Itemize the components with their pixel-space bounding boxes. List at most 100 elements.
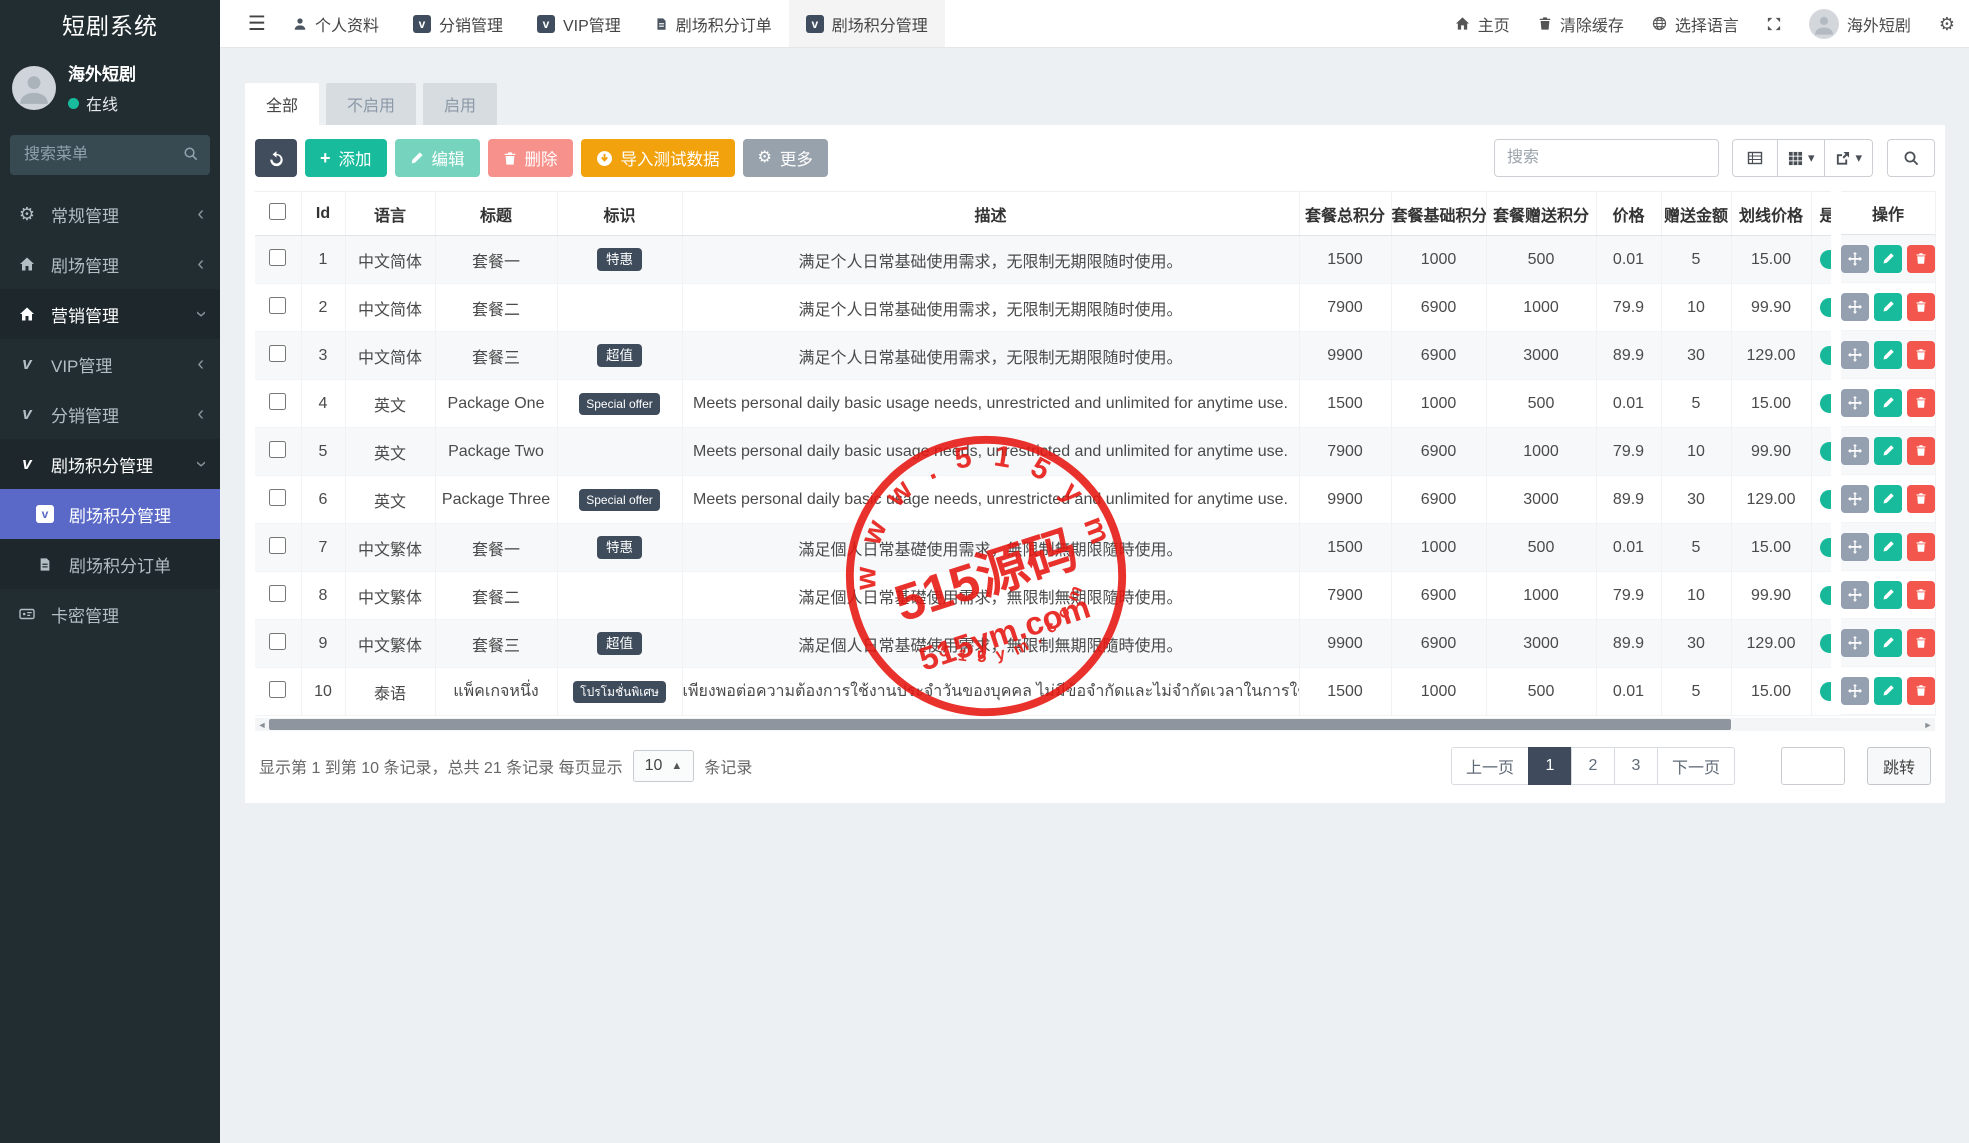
add-button[interactable]: +添加 bbox=[305, 139, 387, 177]
edit-row-button[interactable] bbox=[1874, 485, 1902, 513]
delete-row-button[interactable] bbox=[1907, 293, 1935, 321]
row-checkbox[interactable] bbox=[269, 681, 286, 698]
row-checkbox[interactable] bbox=[269, 537, 286, 554]
tab-vip[interactable]: vVIP管理 bbox=[520, 0, 638, 47]
page-button-2[interactable]: 2 bbox=[1571, 747, 1615, 785]
select-all-checkbox[interactable] bbox=[269, 203, 286, 220]
move-row-button[interactable] bbox=[1841, 581, 1869, 609]
sidebar-item-distribution[interactable]: v分销管理‹ bbox=[0, 389, 220, 439]
sidebar-item-vip[interactable]: vVIP管理‹ bbox=[0, 339, 220, 389]
tab-distribution[interactable]: v分销管理 bbox=[396, 0, 520, 47]
edit-row-button[interactable] bbox=[1874, 437, 1902, 465]
edit-row-button[interactable] bbox=[1874, 677, 1902, 705]
delete-row-button[interactable] bbox=[1907, 629, 1935, 657]
move-icon bbox=[1848, 492, 1862, 506]
delete-row-button[interactable] bbox=[1907, 245, 1935, 273]
edit-row-button[interactable] bbox=[1874, 293, 1902, 321]
edit-row-button[interactable] bbox=[1874, 581, 1902, 609]
jump-button[interactable]: 跳转 bbox=[1867, 747, 1931, 785]
move-row-button[interactable] bbox=[1841, 341, 1869, 369]
delete-row-button[interactable] bbox=[1907, 437, 1935, 465]
move-icon bbox=[1848, 636, 1862, 650]
prev-page-button[interactable]: 上一页 bbox=[1451, 747, 1529, 785]
delete-row-button[interactable] bbox=[1907, 533, 1935, 561]
delete-row-button[interactable] bbox=[1907, 485, 1935, 513]
sidebar-item-general[interactable]: ⚙常规管理‹ bbox=[0, 189, 220, 239]
next-page-button[interactable]: 下一页 bbox=[1657, 747, 1735, 785]
fullscreen-button[interactable] bbox=[1767, 17, 1781, 31]
row-checkbox[interactable] bbox=[269, 393, 286, 410]
tab-profile[interactable]: 个人资料 bbox=[276, 0, 396, 47]
jump-page-input[interactable] bbox=[1781, 747, 1845, 785]
sidebar-item-marketing[interactable]: 营销管理‹ bbox=[0, 289, 220, 339]
move-row-button[interactable] bbox=[1841, 389, 1869, 417]
delete-row-button[interactable] bbox=[1907, 677, 1935, 705]
edit-row-button[interactable] bbox=[1874, 245, 1902, 273]
move-row-button[interactable] bbox=[1841, 437, 1869, 465]
row-checkbox[interactable] bbox=[269, 441, 286, 458]
pagination-row: 显示第 1 到第 10 条记录，总共 21 条记录 每页显示 10▲ 条记录 上… bbox=[255, 731, 1935, 793]
row-checkbox[interactable] bbox=[269, 345, 286, 362]
gear-icon: ⚙ bbox=[1939, 15, 1955, 33]
search-icon[interactable] bbox=[183, 146, 198, 166]
home-link[interactable]: 主页 bbox=[1455, 12, 1510, 36]
row-checkbox[interactable] bbox=[269, 585, 286, 602]
clear-cache-link[interactable]: 清除缓存 bbox=[1538, 12, 1624, 36]
avatar bbox=[1809, 9, 1839, 39]
sidebar-subitem-points-manage[interactable]: v剧场积分管理 bbox=[0, 489, 220, 539]
move-row-button[interactable] bbox=[1841, 677, 1869, 705]
move-row-button[interactable] bbox=[1841, 245, 1869, 273]
row-checkbox[interactable] bbox=[269, 633, 286, 650]
filter-tab-enabled[interactable]: 启用 bbox=[423, 83, 497, 125]
scrollbar-thumb[interactable] bbox=[269, 719, 1731, 730]
hamburger-icon[interactable]: ☰ bbox=[238, 11, 276, 36]
row-actions bbox=[1841, 331, 1935, 379]
tab-points-orders[interactable]: 剧场积分订单 bbox=[638, 0, 789, 47]
cell-title: Package Two bbox=[435, 428, 557, 476]
navbar-user[interactable]: 海外短剧 bbox=[1809, 9, 1911, 39]
scroll-left-arrow[interactable]: ◄ bbox=[255, 720, 269, 730]
cell-gift: 3000 bbox=[1486, 332, 1596, 380]
delete-row-button[interactable] bbox=[1907, 341, 1935, 369]
row-checkbox[interactable] bbox=[269, 297, 286, 314]
edit-row-button[interactable] bbox=[1874, 341, 1902, 369]
tab-points-manage[interactable]: v剧场积分管理 bbox=[789, 0, 945, 47]
row-checkbox[interactable] bbox=[269, 489, 286, 506]
move-row-button[interactable] bbox=[1841, 533, 1869, 561]
edit-row-button[interactable] bbox=[1874, 629, 1902, 657]
cell-lang: 中文简体 bbox=[345, 284, 435, 332]
page-size-dropdown[interactable]: 10▲ bbox=[633, 750, 695, 782]
settings-button[interactable]: ⚙ bbox=[1939, 15, 1955, 33]
delete-row-button[interactable] bbox=[1907, 581, 1935, 609]
edit-button[interactable]: 编辑 bbox=[395, 139, 480, 177]
edit-row-button[interactable] bbox=[1874, 389, 1902, 417]
sidebar-subitem-points-orders[interactable]: 剧场积分订单 bbox=[0, 539, 220, 589]
import-test-data-button[interactable]: 导入测试数据 bbox=[581, 139, 735, 177]
sidebar-item-card-keys[interactable]: 卡密管理 bbox=[0, 589, 220, 639]
sidebar-item-theater-points[interactable]: v剧场积分管理‹ bbox=[0, 439, 220, 489]
filter-tab-all[interactable]: 全部 bbox=[245, 83, 319, 125]
sidebar-search-input[interactable] bbox=[10, 135, 210, 175]
page-button-1[interactable]: 1 bbox=[1528, 747, 1572, 785]
export-button[interactable]: ▾ bbox=[1824, 139, 1873, 177]
delete-button[interactable]: 删除 bbox=[488, 139, 573, 177]
horizontal-scrollbar[interactable]: ◄ ► bbox=[255, 718, 1935, 731]
language-select[interactable]: 选择语言 bbox=[1652, 12, 1739, 36]
filter-tab-disabled[interactable]: 不启用 bbox=[326, 83, 416, 125]
move-row-button[interactable] bbox=[1841, 629, 1869, 657]
scroll-right-arrow[interactable]: ► bbox=[1921, 720, 1935, 730]
delete-row-button[interactable] bbox=[1907, 389, 1935, 417]
move-row-button[interactable] bbox=[1841, 293, 1869, 321]
row-checkbox[interactable] bbox=[269, 249, 286, 266]
table-search-input[interactable] bbox=[1494, 139, 1719, 177]
search-button[interactable] bbox=[1887, 139, 1935, 177]
file-icon bbox=[34, 557, 56, 572]
refresh-button[interactable] bbox=[255, 139, 297, 177]
sidebar-item-theater[interactable]: 剧场管理‹ bbox=[0, 239, 220, 289]
move-row-button[interactable] bbox=[1841, 485, 1869, 513]
page-button-3[interactable]: 3 bbox=[1614, 747, 1658, 785]
columns-button[interactable]: ▾ bbox=[1777, 139, 1826, 177]
pagination-toggle-button[interactable] bbox=[1732, 139, 1778, 177]
edit-row-button[interactable] bbox=[1874, 533, 1902, 561]
more-button[interactable]: ⚙更多 bbox=[743, 139, 828, 177]
